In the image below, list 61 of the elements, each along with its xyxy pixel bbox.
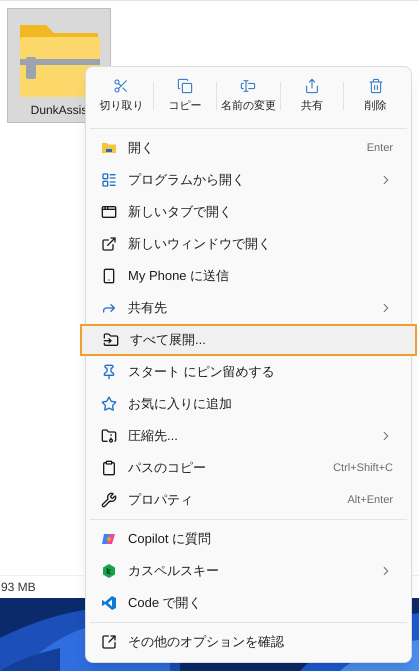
toolbar-button[interactable]: コピー: [154, 71, 216, 121]
copy-path-icon: [101, 460, 117, 476]
scissors-icon: [113, 78, 130, 94]
status-size: 93 MB: [1, 579, 36, 596]
menu-item-label: プロパティ: [128, 491, 194, 510]
menu-item[interactable]: スタート にピン留めする: [90, 356, 407, 388]
menu-item-label: カスペルスキー: [128, 562, 220, 580]
menu-item-label: その他のオプションを確認: [128, 633, 285, 652]
shortcut-text: Ctrl+Shift+C: [333, 460, 393, 476]
menu-item-label: 新しいウィンドウで開く: [128, 235, 272, 254]
copilot-icon: [101, 531, 117, 547]
menu-item-label: お気に入りに追加: [128, 395, 233, 414]
folder-icon: [101, 140, 117, 156]
menu-item-label: 圧縮先...: [128, 427, 179, 446]
menu-item-label: スタート にピン留めする: [128, 363, 276, 382]
share-icon: [304, 78, 320, 94]
menu-item[interactable]: お気に入りに追加: [90, 388, 407, 420]
menu-item[interactable]: カスペルスキー: [90, 555, 407, 587]
wrench-icon: [101, 492, 117, 508]
extract-folder-icon: [103, 332, 119, 348]
menu-item-label: パスのコピー: [128, 459, 207, 478]
app-list-icon: [101, 172, 117, 188]
phone-icon: [101, 268, 117, 284]
menu-item[interactable]: 圧縮先...: [90, 420, 407, 452]
menu-item[interactable]: 新しいウィンドウで開く: [90, 228, 407, 260]
menu-item[interactable]: その他のオプションを確認: [90, 626, 407, 658]
menu-item[interactable]: Copilot に質問: [90, 523, 407, 555]
rename-icon: [240, 78, 256, 94]
trash-icon: [368, 78, 384, 94]
shortcut-text: Enter: [366, 140, 393, 156]
zip-folder-icon: [101, 428, 117, 444]
pin-icon: [101, 364, 117, 380]
menu-item-label: すべて展開...: [130, 331, 207, 350]
toolbar-button[interactable]: 共有: [280, 71, 344, 121]
more-options-icon: [101, 634, 117, 650]
toolbar-button[interactable]: 名前の変更: [217, 71, 280, 121]
new-window-icon: [101, 236, 117, 252]
menu-item[interactable]: プロパティ Alt+Enter: [90, 484, 407, 516]
menu-item[interactable]: 新しいタブで開く: [90, 196, 407, 228]
menu-item[interactable]: 開く Enter: [90, 132, 407, 164]
menu-item-label: Copilot に質問: [128, 530, 212, 548]
menu-item-label: 共有先: [128, 299, 168, 318]
menu-item-label: My Phone に送信: [128, 267, 230, 286]
menu-item-label: 開く: [128, 139, 155, 158]
file-name: DunkAssis: [30, 102, 88, 119]
menu-item[interactable]: すべて展開...: [80, 324, 417, 356]
menu-item[interactable]: My Phone に送信: [90, 260, 407, 292]
menu-item-label: 新しいタブで開く: [128, 203, 233, 222]
menu-item[interactable]: Code で開く: [90, 587, 407, 619]
menu-item-label: Code で開く: [128, 594, 203, 612]
copy-icon: [176, 78, 193, 94]
vscode-icon: [101, 595, 117, 611]
menu-item[interactable]: プログラムから開く: [90, 164, 407, 196]
shortcut-text: Alt+Enter: [347, 492, 393, 508]
menu-item-label: プログラムから開く: [128, 171, 246, 190]
new-tab-icon: [101, 204, 117, 220]
menu-item[interactable]: 共有先: [90, 292, 407, 324]
menu-item[interactable]: パスのコピー Ctrl+Shift+C: [90, 452, 407, 484]
toolbar-button[interactable]: 削除: [344, 71, 407, 121]
kaspersky-icon: [101, 563, 117, 579]
star-icon: [101, 396, 117, 412]
